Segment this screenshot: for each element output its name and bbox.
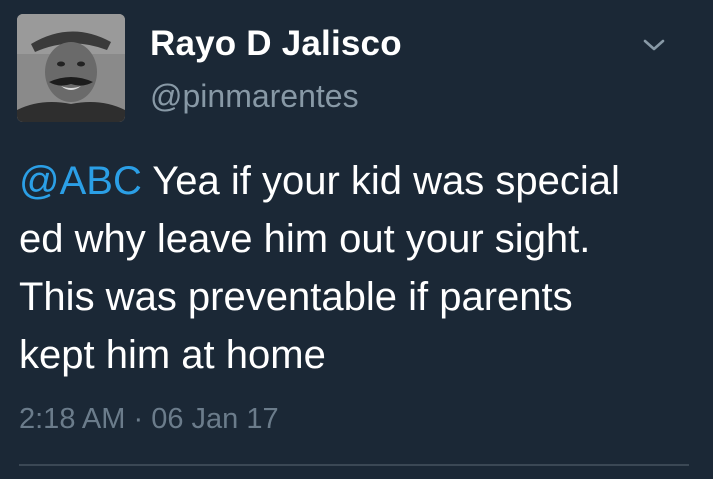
- tweet-text: @ABC Yea if your kid was special ed why l…: [19, 152, 699, 384]
- avatar[interactable]: [17, 14, 125, 122]
- chevron-down-icon: [643, 39, 665, 51]
- tweet-text-line2: ed why leave him out your sight.: [19, 217, 591, 261]
- divider: [19, 464, 689, 466]
- tweet-text-line4: kept him at home: [19, 333, 326, 377]
- tweet-text-line1: Yea if your kid was special: [141, 159, 620, 203]
- tweet-date: 06 Jan 17: [151, 403, 279, 435]
- display-name[interactable]: Rayo D Jalisco: [150, 24, 402, 64]
- tweet-text-line3: This was preventable if parents: [19, 275, 573, 319]
- tweet-timestamp[interactable]: 2:18 AM · 06 Jan 17: [19, 403, 279, 436]
- timestamp-separator: ·: [133, 403, 144, 435]
- avatar-image: [17, 14, 125, 122]
- tweet-card: Rayo D Jalisco @pinmarentes @ABC Yea if …: [0, 0, 713, 479]
- user-handle[interactable]: @pinmarentes: [150, 78, 359, 115]
- tweet-time: 2:18 AM: [19, 403, 126, 435]
- tweet-menu-button[interactable]: [636, 30, 672, 60]
- mention-link[interactable]: @ABC: [19, 159, 142, 203]
